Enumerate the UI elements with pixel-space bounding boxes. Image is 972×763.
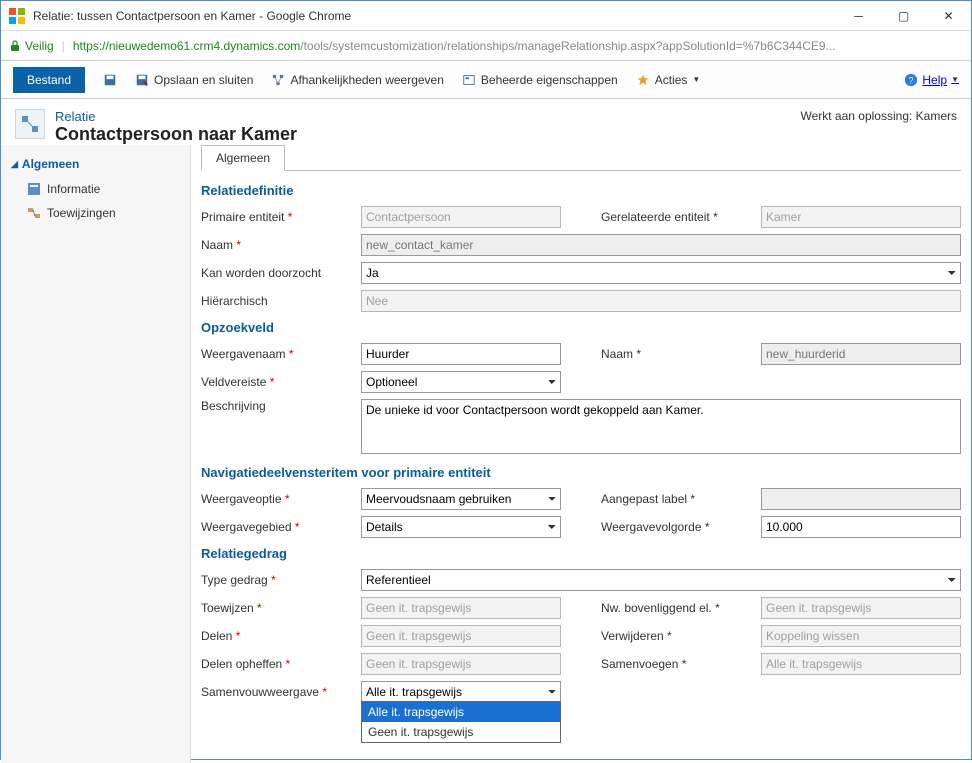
dropdown-option-none-cascade[interactable]: Geen it. trapsgewijs (362, 722, 560, 742)
chevron-down-icon: ▼ (951, 75, 959, 84)
share-select: Geen it. trapsgewijs (361, 625, 561, 647)
displayname-label: Weergavenaam * (201, 347, 351, 361)
tab-strip: Algemeen (201, 145, 961, 171)
window-titlebar: Relatie: tussen Contactpersoon en Kamer … (1, 1, 971, 31)
dependencies-icon (271, 73, 285, 87)
description-label: Beschrijving (201, 399, 351, 413)
show-dependencies-button[interactable]: Afhankelijkheden weergeven (271, 73, 443, 87)
lock-icon (9, 40, 21, 52)
rollupview-dropdown-list[interactable]: Alle it. trapsgewijs Geen it. trapsgewij… (361, 701, 561, 743)
sidebar-info-label: Informatie (47, 182, 100, 196)
behaviortype-select[interactable]: Referentieel (361, 569, 961, 591)
sidebar-mappings-label: Toewijzingen (47, 206, 116, 220)
tab-general[interactable]: Algemeen (201, 145, 285, 171)
header-relation-label: Relatie (55, 109, 297, 124)
name-label: Naam * (201, 238, 351, 252)
fieldreq-label: Veldvereiste * (201, 375, 351, 389)
page-header: Relatie Contactpersoon naar Kamer Werkt … (1, 99, 971, 145)
rollupview-label: Samenvouwweergave * (201, 685, 351, 699)
managed-props-label: Beheerde eigenschappen (481, 73, 618, 87)
sidebar: ◢Algemeen Informatie Toewijzingen (1, 145, 191, 763)
share-label: Delen * (201, 629, 351, 643)
related-entity-select: Kamer (761, 206, 961, 228)
mappings-icon (27, 206, 41, 220)
file-menu-button[interactable]: Bestand (13, 67, 85, 93)
assign-select: Geen it. trapsgewijs (361, 597, 561, 619)
window-title: Relatie: tussen Contactpersoon en Kamer … (33, 9, 836, 23)
name-input (361, 234, 961, 256)
save-and-close-button[interactable]: Opslaan en sluiten (135, 73, 253, 87)
help-icon: ? (904, 73, 918, 87)
managed-props-icon (462, 73, 476, 87)
delete-label: Verwijderen * (601, 629, 751, 643)
actions-icon (636, 73, 650, 87)
close-button[interactable]: ✕ (926, 1, 971, 31)
svg-text:?: ? (909, 75, 914, 85)
searchable-label: Kan worden doorzocht (201, 266, 351, 280)
save-icon-button[interactable] (103, 73, 117, 87)
minimize-button[interactable]: ─ (836, 1, 881, 31)
displayorder-input[interactable] (761, 516, 961, 538)
maximize-button[interactable]: ▢ (881, 1, 926, 31)
displayarea-select[interactable]: Details (361, 516, 561, 538)
relationship-icon (15, 109, 45, 139)
customlabel-input (761, 488, 961, 510)
chevron-down-icon: ▼ (692, 75, 700, 84)
sidebar-item-mappings[interactable]: Toewijzingen (1, 201, 190, 225)
section-navpane: Navigatiedeelvensteritem voor primaire e… (201, 465, 961, 480)
save-close-label: Opslaan en sluiten (154, 73, 253, 87)
displayarea-label: Weergavegebied * (201, 520, 351, 534)
section-relation-definition: Relatiedefinitie (201, 183, 961, 198)
actions-label: Acties (655, 73, 688, 87)
address-bar: Veilig | https://nieuwedemo61.crm4.dynam… (1, 31, 971, 61)
primary-entity-select: Contactpersoon (361, 206, 561, 228)
help-label: Help (922, 73, 947, 87)
hierarchical-label: Hiërarchisch (201, 294, 351, 308)
section-lookup-field: Opzoekveld (201, 320, 961, 335)
merge-label: Samenvoegen * (601, 657, 751, 671)
secure-label: Veilig (25, 39, 54, 53)
url-display[interactable]: https://nieuwedemo61.crm4.dynamics.com/t… (73, 39, 963, 53)
displayoption-select[interactable]: Meervoudsnaam gebruiken (361, 488, 561, 510)
sidebar-general-header[interactable]: ◢Algemeen (1, 151, 190, 177)
lookup-name-input (761, 343, 961, 365)
chrome-logo-icon (9, 8, 25, 24)
searchable-select[interactable]: Ja (361, 262, 961, 284)
sidebar-item-information[interactable]: Informatie (1, 177, 190, 201)
managed-properties-button[interactable]: Beheerde eigenschappen (462, 73, 618, 87)
fieldreq-select[interactable]: Optioneel (361, 371, 561, 393)
save-icon (103, 73, 117, 87)
header-relation-name: Contactpersoon naar Kamer (55, 124, 297, 145)
primary-entity-label: Primaire entiteit * (201, 210, 351, 224)
dropdown-option-all-cascade[interactable]: Alle it. trapsgewijs (362, 702, 560, 722)
displayoption-label: Weergaveoptie * (201, 492, 351, 506)
save-close-icon (135, 73, 149, 87)
actions-menu-button[interactable]: Acties ▼ (636, 73, 701, 87)
secure-indicator: Veilig (9, 39, 54, 53)
lookup-name-label: Naam * (601, 347, 751, 361)
description-textarea[interactable] (361, 399, 961, 454)
working-on-solution: Werkt aan oplossing: Kamers (800, 109, 957, 123)
unshare-select: Geen it. trapsgewijs (361, 653, 561, 675)
section-relation-behavior: Relatiegedrag (201, 546, 961, 561)
unshare-label: Delen opheffen * (201, 657, 351, 671)
rollupview-select[interactable]: Alle it. trapsgewijs (361, 681, 561, 703)
delete-select: Koppeling wissen (761, 625, 961, 647)
help-button[interactable]: ? Help ▼ (904, 73, 959, 87)
merge-select: Alle it. trapsgewijs (761, 653, 961, 675)
hierarchical-select: Nee (361, 290, 961, 312)
behaviortype-label: Type gedrag * (201, 573, 351, 587)
reparent-select: Geen it. trapsgewijs (761, 597, 961, 619)
related-entity-label: Gerelateerde entiteit * (601, 210, 751, 224)
customlabel-label: Aangepast label * (601, 492, 751, 506)
displayname-input[interactable] (361, 343, 561, 365)
reparent-label: Nw. bovenliggend el. * (601, 601, 751, 615)
content-area: Algemeen Relatiedefinitie Primaire entit… (191, 145, 971, 763)
displayorder-label: Weergavevolgorde * (601, 520, 751, 534)
command-toolbar: Bestand Opslaan en sluiten Afhankelijkhe… (1, 61, 971, 99)
dependencies-label: Afhankelijkheden weergeven (290, 73, 443, 87)
info-icon (27, 182, 41, 196)
assign-label: Toewijzen * (201, 601, 351, 615)
